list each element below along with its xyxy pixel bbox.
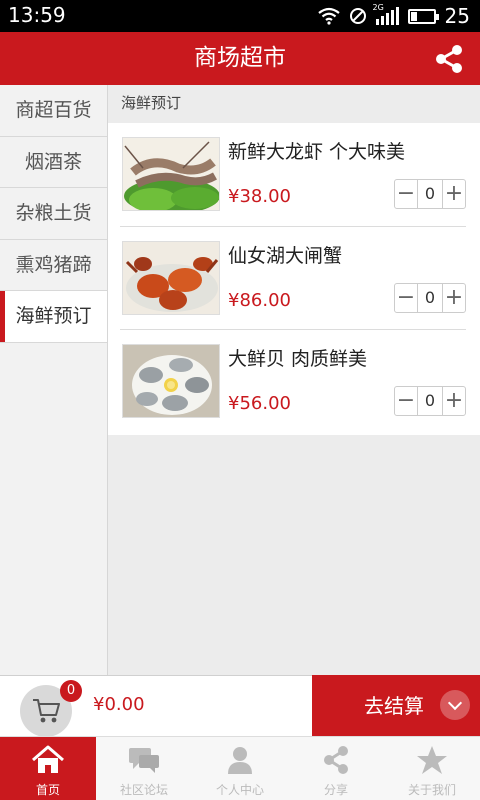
cart-total: ¥0.00 <box>93 694 145 715</box>
tab-label: 首页 <box>35 783 60 797</box>
share-icon <box>324 746 348 774</box>
home-icon <box>32 745 64 773</box>
chat-icon <box>129 748 159 773</box>
sidebar-item-seafood[interactable]: 海鲜预订 <box>0 291 107 343</box>
tab-home[interactable]: 首页 <box>0 737 96 800</box>
chevron-down-icon <box>440 690 470 720</box>
app-header: 商场超市 <box>0 32 480 85</box>
plus-button[interactable]: + <box>443 180 465 208</box>
tab-label: 分享 <box>323 783 348 797</box>
page-title: 商场超市 <box>194 45 286 71</box>
wifi-icon <box>317 7 340 25</box>
star-icon <box>417 746 447 774</box>
cart-count-badge: 0 <box>60 680 82 702</box>
tab-label: 关于我们 <box>407 783 456 797</box>
product-price: ¥56.00 <box>228 393 291 414</box>
signal-icon: 2G <box>373 3 399 25</box>
product-price: ¥38.00 <box>228 186 291 207</box>
tab-about[interactable]: 关于我们 <box>384 737 480 800</box>
battery-icon <box>407 8 439 24</box>
tab-share[interactable]: 分享 <box>288 737 384 800</box>
quantity-value[interactable]: 0 <box>417 180 443 208</box>
section-title: 海鲜预订 <box>121 94 182 112</box>
quantity-value[interactable]: 0 <box>417 387 443 415</box>
crab-image <box>122 240 220 315</box>
minus-button[interactable]: − <box>395 387 417 415</box>
product-item[interactable]: 大鲜贝 肉质鲜美 ¥56.00 − 0 + <box>120 330 466 434</box>
do-not-disturb-icon <box>349 8 366 24</box>
sidebar-item-smoked-chicken[interactable]: 熏鸡猪蹄 <box>0 240 107 291</box>
minus-button[interactable]: − <box>395 180 417 208</box>
category-sidebar: 商超百货 烟酒茶 杂粮土货 熏鸡猪蹄 海鲜预订 <box>0 85 108 675</box>
status-time: 13:59 <box>8 3 66 27</box>
sidebar-item-department-store[interactable]: 商超百货 <box>0 85 107 137</box>
battery-level: 25 <box>444 4 470 28</box>
checkout-label: 去结算 <box>364 694 424 718</box>
person-icon <box>228 747 252 774</box>
tab-label: 社区论坛 <box>119 783 168 797</box>
plus-button[interactable]: + <box>443 284 465 312</box>
lobster-image <box>122 137 220 211</box>
product-list: 新鲜大龙虾 个大味美 ¥38.00 − 0 + 仙女湖大闸蟹 ¥86.00 − … <box>108 123 480 435</box>
sidebar-item-tobacco-wine-tea[interactable]: 烟酒茶 <box>0 137 107 188</box>
scallop-image <box>122 344 220 418</box>
tab-label: 个人中心 <box>215 783 264 797</box>
network-type: 2G <box>372 3 384 12</box>
product-item[interactable]: 新鲜大龙虾 个大味美 ¥38.00 − 0 + <box>120 123 466 227</box>
quantity-stepper: − 0 + <box>394 282 466 313</box>
quantity-value[interactable]: 0 <box>417 283 443 312</box>
quantity-stepper: − 0 + <box>394 179 466 209</box>
product-name: 仙女湖大闸蟹 <box>228 244 343 267</box>
status-bar: 13:59 2G 25 <box>0 0 480 32</box>
bottom-tab-bar: 首页 社区论坛 个人中心 分享 关于我们 <box>0 736 480 800</box>
plus-button[interactable]: + <box>443 387 465 415</box>
product-name: 大鲜贝 肉质鲜美 <box>228 348 368 370</box>
cart-icon <box>33 699 60 723</box>
quantity-stepper: − 0 + <box>394 386 466 416</box>
product-panel: 海鲜预订 新鲜大龙虾 个大味美 ¥38.00 − 0 + 仙女湖大闸蟹 ¥86.… <box>108 85 480 675</box>
minus-button[interactable]: − <box>395 284 417 312</box>
product-price: ¥86.00 <box>228 289 291 311</box>
tab-profile[interactable]: 个人中心 <box>192 737 288 800</box>
sidebar-item-grains-local[interactable]: 杂粮土货 <box>0 188 107 240</box>
share-icon[interactable] <box>432 42 466 76</box>
cart-bar: 0 ¥0.00 去结算 <box>0 675 480 737</box>
checkout-button[interactable]: 去结算 <box>312 675 480 737</box>
product-item[interactable]: 仙女湖大闸蟹 ¥86.00 − 0 + <box>120 227 466 330</box>
tab-forum[interactable]: 社区论坛 <box>96 737 192 800</box>
product-name: 新鲜大龙虾 个大味美 <box>228 141 406 163</box>
status-icons: 2G 25 <box>317 3 470 28</box>
